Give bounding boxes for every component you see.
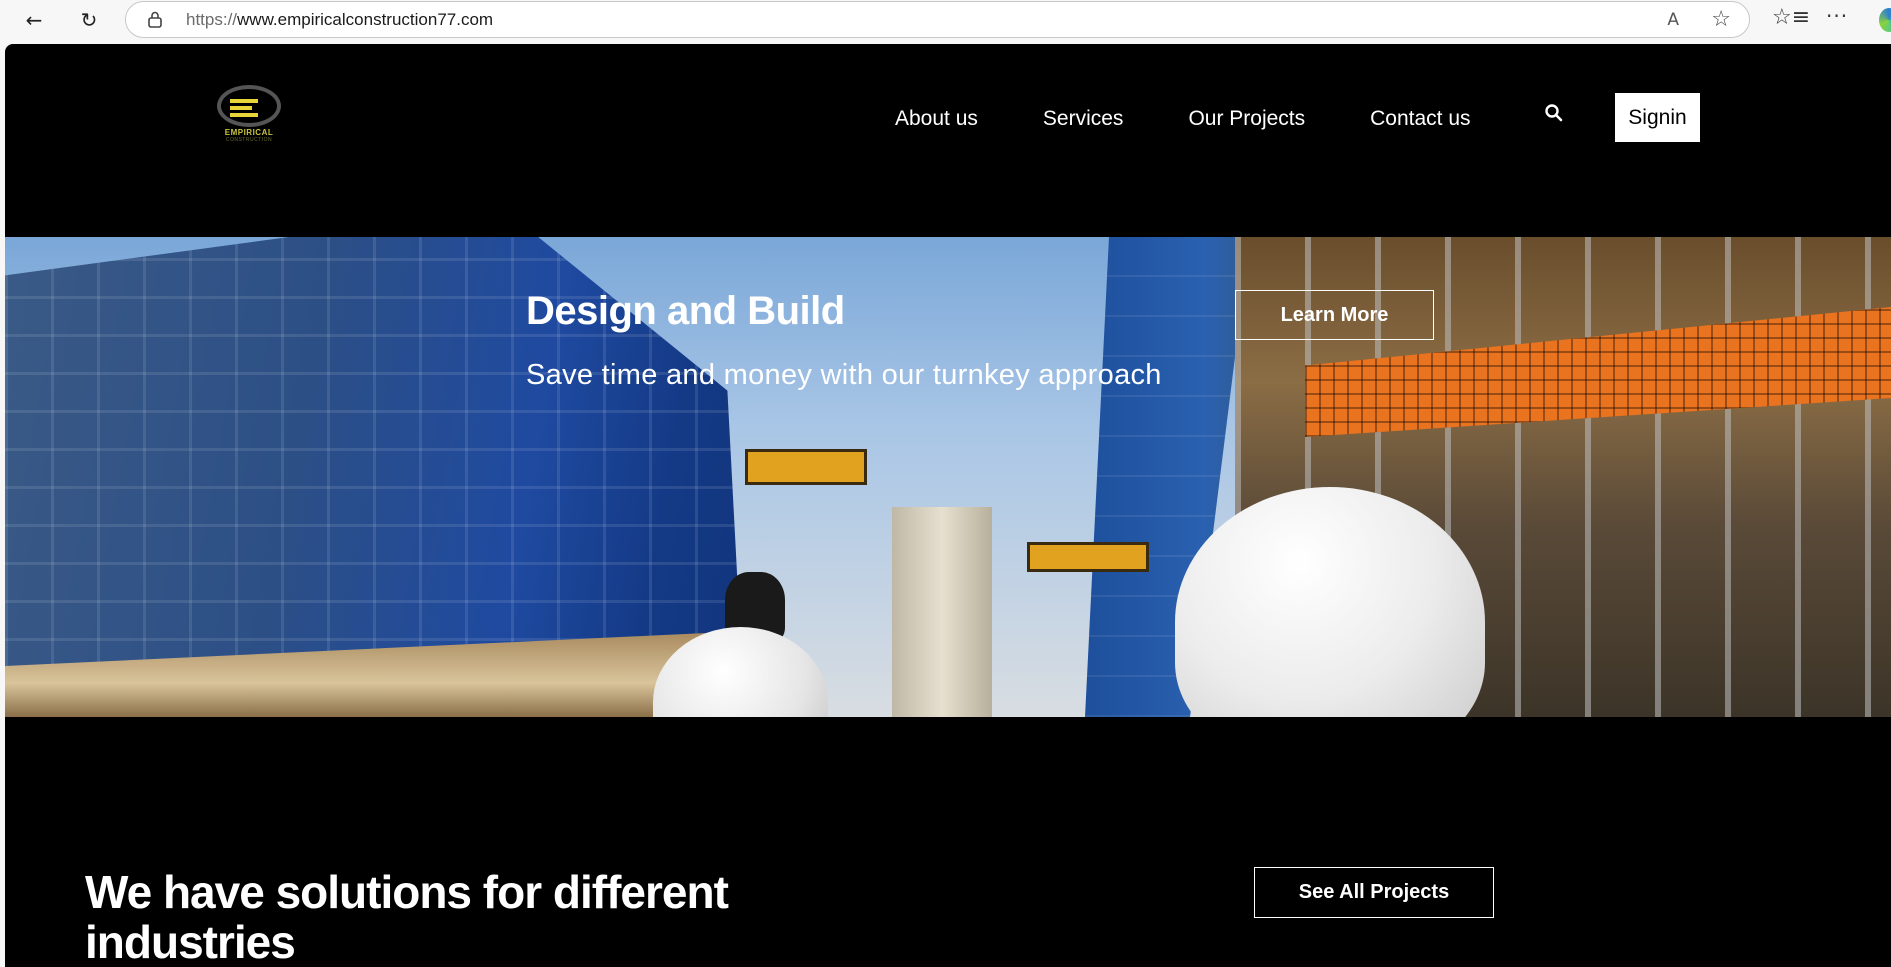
- address-bar[interactable]: https://www.empiricalconstruction77.com …: [125, 1, 1750, 38]
- favorite-star-icon[interactable]: ☆: [1711, 7, 1731, 32]
- main-nav: About us Services Our Projects Contact u…: [895, 107, 1536, 131]
- search-icon[interactable]: [1542, 101, 1566, 125]
- website: EMPIRICAL CONSTRUCTION About us Services…: [5, 44, 1891, 967]
- nav-about-us[interactable]: About us: [895, 107, 978, 131]
- learn-more-button[interactable]: Learn More: [1235, 290, 1434, 340]
- url-host: www.empiricalconstruction77.com: [237, 10, 494, 29]
- url-protocol: https://: [186, 10, 238, 29]
- more-menu-icon[interactable]: ···: [1826, 4, 1848, 28]
- back-arrow-icon[interactable]: ←: [20, 6, 48, 34]
- nav-services[interactable]: Services: [1043, 107, 1124, 131]
- lock-icon[interactable]: [148, 11, 162, 28]
- solutions-heading: We have solutions for different industri…: [85, 866, 729, 967]
- company-logo[interactable]: EMPIRICAL CONSTRUCTION: [210, 85, 288, 143]
- hero-subtitle: Save time and money with our turnkey app…: [526, 359, 1162, 391]
- logo-name: EMPIRICAL: [224, 128, 274, 137]
- browser-toolbar: ← ↻ https://www.empiricalconstruction77.…: [0, 0, 1891, 40]
- hero-banner: Design and Build Save time and money wit…: [5, 237, 1891, 717]
- hero-image-beam-2: [1027, 542, 1149, 572]
- nav-contact-us[interactable]: Contact us: [1370, 107, 1470, 131]
- nav-our-projects[interactable]: Our Projects: [1188, 107, 1305, 131]
- copilot-icon[interactable]: [1879, 8, 1891, 32]
- url-text[interactable]: https://www.empiricalconstruction77.com: [186, 10, 493, 30]
- logo-tagline: CONSTRUCTION: [225, 137, 273, 143]
- hero-image-beam: [745, 449, 867, 485]
- see-all-projects-button[interactable]: See All Projects: [1254, 867, 1494, 918]
- logo-mark: [230, 99, 258, 120]
- reload-icon[interactable]: ↻: [75, 6, 103, 34]
- signin-button[interactable]: Signin: [1615, 93, 1700, 142]
- favorites-icon[interactable]: ☆≡: [1772, 5, 1810, 30]
- read-aloud-icon[interactable]: A: [1667, 10, 1679, 30]
- hero-title: Design and Build: [526, 289, 845, 333]
- hero-image-tower: [892, 507, 992, 717]
